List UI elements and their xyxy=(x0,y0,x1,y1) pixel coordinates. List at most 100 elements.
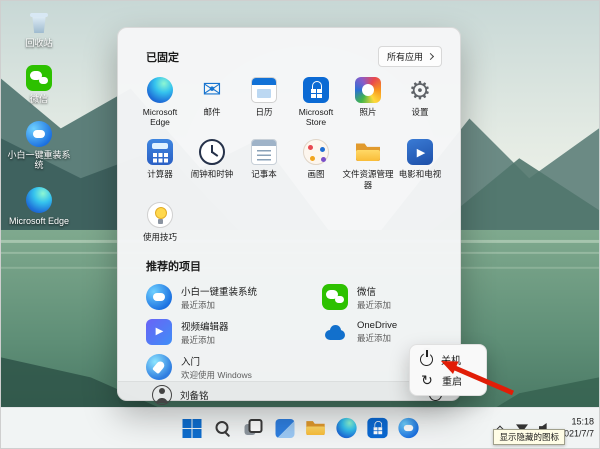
pinned-section-header: 已固定 所有应用 xyxy=(146,46,442,67)
pinned-app-label: 画图 xyxy=(307,169,325,180)
recommended-item-sublabel: 最近添加 xyxy=(357,333,392,344)
pinned-app-label: 邮件 xyxy=(203,107,221,117)
edge-icon xyxy=(26,187,52,214)
settings-gear-icon xyxy=(407,77,433,103)
pinned-app-label: 计算器 xyxy=(147,169,173,180)
video-editor-icon xyxy=(146,319,172,346)
recommended-title: 推荐的项目 xyxy=(146,260,201,273)
taskbar-widgets-button[interactable] xyxy=(272,415,298,441)
desktop-icon-label: 回收站 xyxy=(25,38,53,48)
user-person-icon xyxy=(152,384,172,405)
pinned-app-label: 文件资源管理器 xyxy=(342,169,394,190)
pinned-app-grid: Microsoft Edge 邮件 日历 Microsoft Store 照片 xyxy=(134,77,444,242)
calendar-icon xyxy=(251,77,277,103)
pinned-title: 已固定 xyxy=(146,51,179,64)
task-view-icon xyxy=(244,419,263,437)
pinned-app-movies-tv[interactable]: 电影和电视 xyxy=(394,139,446,189)
restart-menu-item[interactable]: 重启 xyxy=(414,370,482,391)
shut-down-label: 关机 xyxy=(441,356,461,367)
pinned-app-label: 电影和电视 xyxy=(398,169,442,180)
pinned-app-store[interactable]: Microsoft Store xyxy=(290,77,342,127)
pinned-app-photos[interactable]: 照片 xyxy=(342,77,394,127)
search-icon xyxy=(214,419,232,437)
shut-down-menu-item[interactable]: 关机 xyxy=(414,349,482,370)
desktop-icon-edge[interactable]: Microsoft Edge xyxy=(7,187,71,227)
pinned-app-tips[interactable]: 使用技巧 xyxy=(134,201,186,242)
notepad-icon xyxy=(251,139,277,166)
recommended-item-label: 微信 xyxy=(357,286,377,298)
xiaobai-icon xyxy=(26,120,52,147)
recommended-item-xiaobai[interactable]: 小白一键重装系统 最近添加 xyxy=(146,284,322,311)
taskbar-search-button[interactable] xyxy=(210,415,236,441)
recommended-item-sublabel: 最近添加 xyxy=(181,334,216,345)
recommended-item-label: 入门 xyxy=(181,356,201,368)
user-profile-button[interactable]: 刘备铭 xyxy=(152,384,209,405)
clock-time: 15:18 xyxy=(571,416,594,427)
recommended-item-video-editor[interactable]: 视频编辑器 最近添加 xyxy=(146,319,322,346)
all-apps-button[interactable]: 所有应用 xyxy=(377,46,442,67)
chevron-right-icon xyxy=(426,52,435,61)
mail-icon xyxy=(199,77,225,103)
pinned-app-alarms-clock[interactable]: 闹钟和时钟 xyxy=(186,139,238,189)
recommended-item-wechat[interactable]: 微信 最近添加 xyxy=(322,284,444,311)
onedrive-cloud-icon xyxy=(322,319,348,345)
desktop-icon-label: Microsoft Edge xyxy=(8,216,70,227)
pinned-app-label: 记事本 xyxy=(251,169,277,180)
taskbar-edge-button[interactable] xyxy=(334,415,360,441)
windows-start-icon xyxy=(182,418,201,438)
wechat-icon xyxy=(26,64,52,91)
screen: 回收站 微信 小白一键重装系统 Microsoft Edge 已固定 所有应用 xyxy=(0,0,600,449)
pinned-app-notepad[interactable]: 记事本 xyxy=(238,139,290,189)
pinned-app-label: Microsoft Store xyxy=(298,107,334,128)
edge-icon xyxy=(336,417,357,439)
paint-icon xyxy=(303,139,329,166)
recommended-item-onedrive[interactable]: OneDrive 最近添加 xyxy=(322,319,444,346)
power-flyout-menu: 关机 重启 xyxy=(409,344,487,396)
pinned-app-settings[interactable]: 设置 xyxy=(394,77,446,127)
start-menu-body: 已固定 所有应用 Microsoft Edge 邮件 日历 xyxy=(118,28,460,381)
wechat-icon xyxy=(322,284,348,311)
desktop-icon-recycle-bin[interactable]: 回收站 xyxy=(7,9,71,49)
taskbar-start-button[interactable] xyxy=(179,415,205,441)
xiaobai-icon xyxy=(398,417,419,439)
pinned-app-label: 设置 xyxy=(411,107,429,117)
restart-label: 重启 xyxy=(442,377,462,388)
pinned-app-label: 闹钟和时钟 xyxy=(190,169,234,180)
pinned-app-label: 照片 xyxy=(359,107,377,117)
pinned-app-mail[interactable]: 邮件 xyxy=(186,77,238,127)
recommended-item-label: 视频编辑器 xyxy=(181,321,229,333)
tips-lightbulb-icon xyxy=(147,201,173,228)
pinned-app-paint[interactable]: 画图 xyxy=(290,139,342,189)
pinned-app-calendar[interactable]: 日历 xyxy=(238,77,290,127)
power-icon xyxy=(420,353,433,366)
pinned-app-calculator[interactable]: 计算器 xyxy=(134,139,186,189)
recommended-item-get-started[interactable]: 入门 欢迎使用 Windows xyxy=(146,354,322,381)
taskbar-center-buttons xyxy=(179,415,422,441)
desktop-icon-label: 小白一键重装系统 xyxy=(7,149,71,171)
recommended-grid: 小白一键重装系统 最近添加 微信 最近添加 视频编辑器 最近添加 xyxy=(134,284,444,381)
photos-icon xyxy=(355,77,381,103)
taskbar-store-button[interactable] xyxy=(365,415,391,441)
alarms-clock-icon xyxy=(199,139,225,166)
taskbar-file-explorer-button[interactable] xyxy=(303,415,329,441)
pinned-app-file-explorer[interactable]: 文件资源管理器 xyxy=(342,139,394,190)
file-explorer-icon xyxy=(355,139,381,165)
desktop-icon-xiaobai[interactable]: 小白一键重装系统 xyxy=(7,120,71,172)
taskbar-xiaobai-button[interactable] xyxy=(396,415,422,441)
all-apps-label: 所有应用 xyxy=(386,52,423,62)
recommended-item-sublabel: 最近添加 xyxy=(357,299,392,310)
tray-tooltip: 显示隐藏的图标 xyxy=(493,429,565,445)
pinned-app-label: 日历 xyxy=(255,107,273,117)
taskbar-task-view-button[interactable] xyxy=(241,415,267,441)
restart-icon xyxy=(420,374,434,388)
pinned-app-edge[interactable]: Microsoft Edge xyxy=(134,77,186,127)
desktop-icon-wechat[interactable]: 微信 xyxy=(7,64,71,105)
pinned-app-label: Microsoft Edge xyxy=(142,107,178,128)
store-icon xyxy=(303,77,329,103)
start-menu: 已固定 所有应用 Microsoft Edge 邮件 日历 xyxy=(117,27,461,405)
store-icon xyxy=(367,417,388,439)
recycle-bin-icon xyxy=(26,9,52,35)
recommended-item-sublabel: 欢迎使用 Windows xyxy=(181,369,252,380)
calculator-icon xyxy=(147,139,173,166)
recommended-item-label: OneDrive xyxy=(357,320,398,332)
